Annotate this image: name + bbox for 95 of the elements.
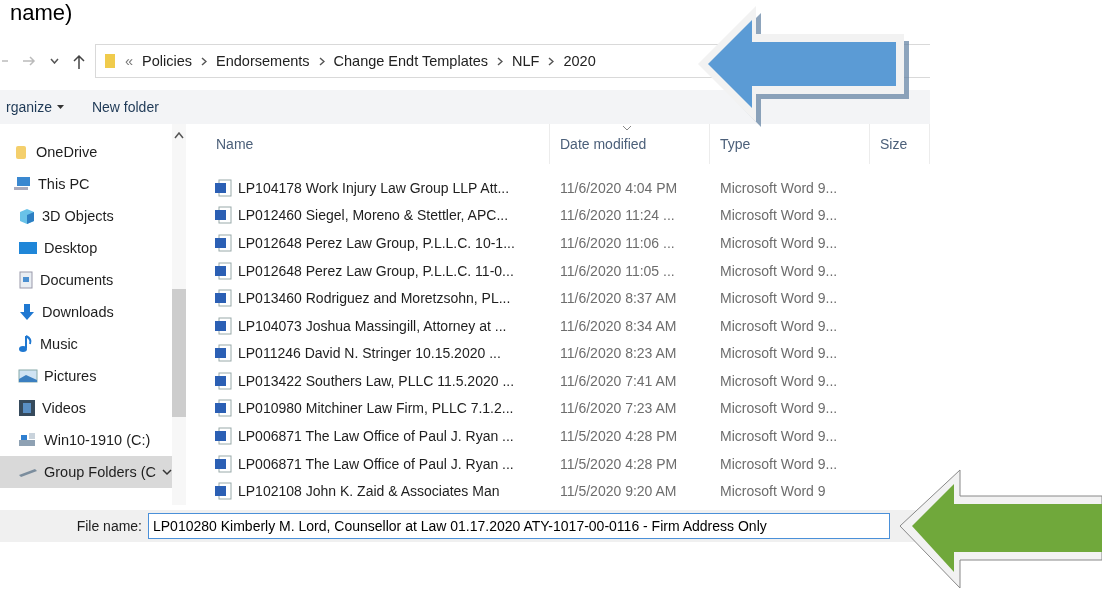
sidebar-item[interactable]: Desktop — [0, 232, 172, 264]
drive-icon — [18, 432, 38, 448]
folder-icon — [104, 53, 116, 69]
file-name-cell[interactable]: LP012648 Perez Law Group, P.L.L.C. 11-0... — [200, 261, 550, 280]
download-icon — [18, 303, 36, 321]
word-document-icon — [214, 233, 232, 252]
type-cell-text: Microsoft Word 9... — [719, 345, 839, 362]
chevron-up-icon[interactable] — [174, 132, 184, 139]
file-name-cell[interactable]: LP006871 The Law Office of Paul J. Ryan ... — [200, 427, 550, 445]
date-cell-text: 11/5/2020 9:20 AM — [559, 483, 678, 500]
word-document-icon — [214, 399, 232, 418]
breadcrumb-overflow[interactable]: « — [125, 53, 134, 69]
sidebar-item[interactable]: Win10-1910 (C:) — [0, 424, 172, 456]
chevron-down-icon[interactable] — [162, 468, 172, 476]
date-cell-text: 11/5/2020 4:28 PM — [559, 455, 679, 472]
date-cell-text: 11/6/2020 7:23 AM — [559, 400, 678, 417]
sidebar-item[interactable]: Pictures — [0, 360, 172, 392]
type-cell-text: Microsoft Word 9... — [719, 179, 839, 196]
sidebar-item[interactable]: 3D Objects — [0, 200, 172, 232]
file-name-cell[interactable]: LP013422 Southers Law, PLLC 11.5.2020 ... — [200, 371, 550, 390]
column-header[interactable]: Size — [870, 124, 930, 164]
file-name-cell[interactable]: LP013460 Rodriguez and Moretzsohn, PL... — [200, 289, 550, 308]
file-name-cell[interactable]: LP012648 Perez Law Group, P.L.L.C. 10-1... — [200, 233, 550, 252]
file-name-cell[interactable]: LP010980 Mitchiner Law Firm, PLLC 7.1.2... — [200, 399, 550, 418]
date-cell-text: 11/5/2020 4:28 PM — [559, 428, 679, 444]
file-name-cell[interactable]: LP104178 Work Injury Law Group LLP Att... — [200, 178, 550, 197]
word-document-icon — [214, 427, 232, 445]
toolbar-button[interactable]: rganize — [0, 99, 64, 115]
computer-icon — [14, 176, 32, 192]
chevron-right-icon — [318, 56, 325, 66]
sidebar-item[interactable]: Music — [0, 328, 172, 360]
chevron-right-icon — [201, 56, 208, 66]
sort-caret-icon — [621, 125, 632, 131]
breadcrumb[interactable]: Change Endt Templates — [333, 53, 489, 69]
word-document-icon — [214, 261, 232, 280]
sidebar-item[interactable]: Videos — [0, 392, 172, 424]
word-document-icon — [214, 206, 232, 225]
desktop-icon — [18, 241, 38, 255]
heading-fragment: name) — [9, 0, 73, 26]
date-cell-text: 11/6/2020 7:41 AM — [559, 372, 678, 389]
music-note-icon — [18, 335, 34, 353]
sidebar-item[interactable]: This PC — [0, 168, 172, 200]
type-cell-text: Microsoft Word 9... — [719, 455, 839, 472]
up-arrow-icon[interactable] — [73, 53, 85, 69]
breadcrumb[interactable]: NLF — [512, 53, 540, 69]
chevron-right-icon — [497, 56, 504, 66]
word-document-icon — [214, 344, 232, 363]
word-document-icon — [214, 454, 232, 473]
picture-icon — [18, 369, 38, 383]
cube-icon — [18, 207, 36, 225]
date-cell-text: 11/6/2020 4:04 PM — [559, 179, 679, 196]
word-document-icon — [214, 178, 232, 197]
sidebar-item[interactable]: Group Folders (C — [0, 456, 172, 488]
file-name-cell[interactable]: LP102108 John K. Zaid & Associates Man — [200, 482, 550, 501]
date-cell-text: 11/6/2020 8:23 AM — [559, 345, 678, 362]
breadcrumb[interactable]: 2020 — [563, 53, 596, 69]
file-name-field[interactable]: LP010280 Kimberly M. Lord, Counsellor at Law 01.17.2020 ATY-1017-00-0116 - Firm Address Only — [148, 513, 890, 539]
date-cell-text: 11/6/2020 11:24 ... — [559, 207, 676, 224]
film-icon — [18, 399, 36, 417]
caret-icon — [56, 105, 64, 109]
scrollbar[interactable] — [172, 124, 186, 505]
file-name-cell[interactable]: LP104073 Joshua Massingill, Attorney at ... — [200, 316, 550, 335]
type-cell-text: Microsoft Word 9... — [719, 400, 839, 417]
column-header[interactable]: Date modified — [550, 124, 710, 164]
sidebar-item[interactable]: OneDrive — [0, 136, 172, 168]
type-cell-text: Microsoft Word 9... — [719, 234, 839, 251]
toolbar-button[interactable]: New folder — [87, 99, 159, 115]
date-cell-text: 11/6/2020 11:06 ... — [559, 234, 676, 251]
type-cell-text: Microsoft Word 9... — [719, 290, 839, 307]
date-cell-text: 11/6/2020 11:05 ... — [559, 262, 676, 279]
word-document-icon — [214, 289, 232, 308]
date-cell-text: 11/6/2020 8:34 AM — [559, 317, 678, 334]
type-cell-text: Microsoft Word 9... — [719, 317, 839, 334]
breadcrumb[interactable]: Policies — [142, 53, 193, 69]
word-document-icon — [214, 482, 232, 501]
sidebar-item[interactable]: Downloads — [0, 296, 172, 328]
field-label: File name: — [75, 518, 143, 534]
file-name-cell[interactable]: LP011246 David N. Stringer 10.15.2020 ... — [200, 344, 550, 363]
file-name-cell[interactable]: LP006871 The Law Office of Paul J. Ryan ... — [200, 454, 550, 473]
file-name-cell[interactable]: LP012460 Siegel, Moreno & Stettler, APC... — [200, 206, 550, 225]
word-document-icon — [214, 371, 232, 390]
type-cell-text: Microsoft Word 9... — [719, 262, 839, 279]
chevron-right-icon — [548, 56, 555, 66]
column-header[interactable]: Name — [200, 124, 550, 164]
word-document-icon — [214, 316, 232, 335]
chevron-down-icon[interactable] — [50, 58, 59, 64]
sidebar-item[interactable]: Documents — [0, 264, 172, 296]
scrollbar-thumb[interactable] — [172, 289, 186, 417]
type-cell-text: Microsoft Word 9... — [719, 428, 839, 444]
breadcrumb[interactable]: Endorsements — [216, 53, 310, 69]
date-cell-text: 11/6/2020 8:37 AM — [559, 290, 678, 307]
type-cell-text: Microsoft Word 9... — [719, 207, 839, 224]
type-cell-text: Microsoft Word 9 — [719, 483, 827, 500]
document-icon — [18, 271, 34, 289]
type-cell-text: Microsoft Word 9... — [719, 372, 839, 389]
